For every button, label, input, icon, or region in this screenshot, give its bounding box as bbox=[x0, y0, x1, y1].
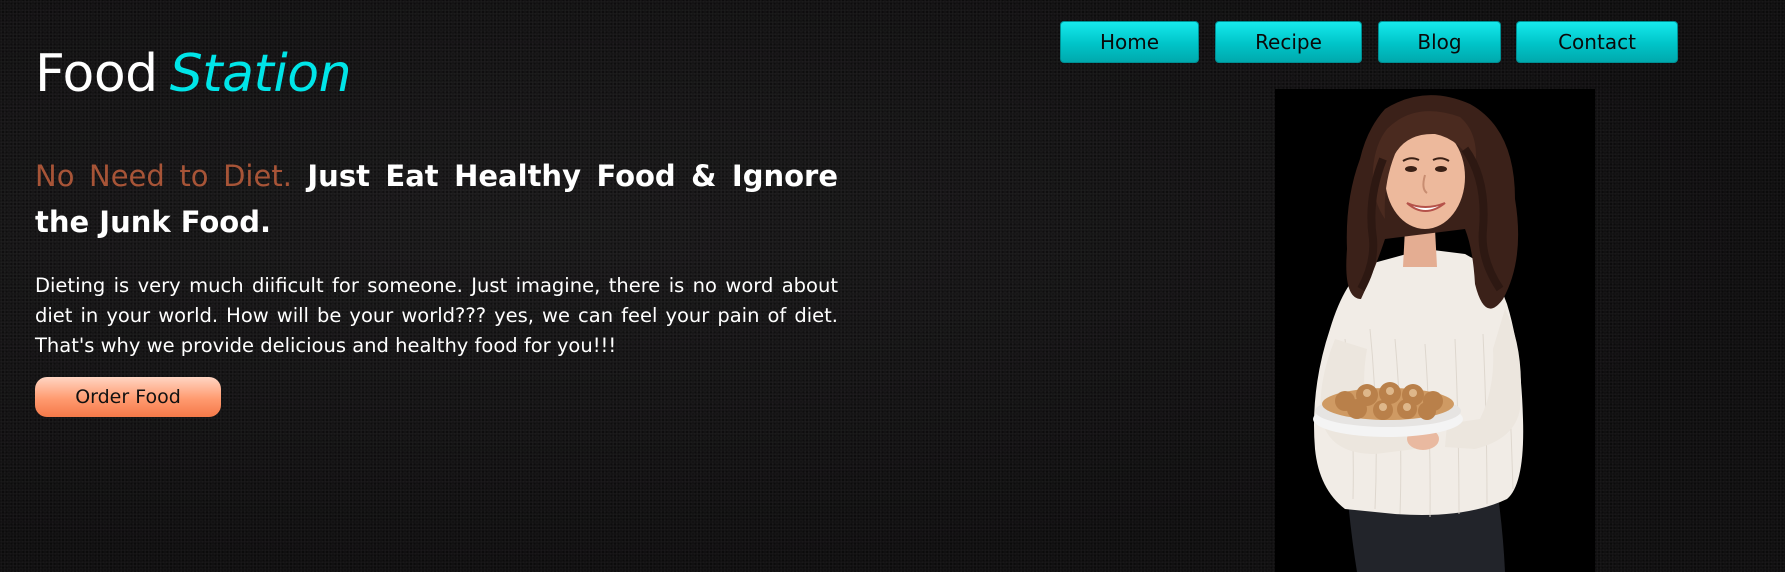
main-nav: Home Recipe Blog Contact bbox=[1060, 21, 1678, 63]
headline-accent: No Need to Diet. bbox=[35, 159, 292, 193]
hero-illustration bbox=[1313, 95, 1524, 572]
logo-word-station: Station bbox=[169, 44, 352, 104]
hero-headline: No Need to Diet. Just Eat Healthy Food &… bbox=[35, 153, 838, 245]
nav-home-button[interactable]: Home bbox=[1060, 21, 1199, 63]
hero-description: Dieting is very much diificult for someo… bbox=[35, 274, 838, 357]
nav-blog-button[interactable]: Blog bbox=[1378, 21, 1501, 63]
nav-contact-button[interactable]: Contact bbox=[1516, 21, 1678, 63]
hero-image-woman-holding-pie bbox=[1275, 89, 1595, 572]
logo-word-food: Food bbox=[35, 44, 158, 104]
order-food-button[interactable]: Order Food bbox=[35, 377, 221, 417]
site-logo[interactable]: Food Station bbox=[35, 44, 352, 104]
nav-recipe-button[interactable]: Recipe bbox=[1215, 21, 1362, 63]
